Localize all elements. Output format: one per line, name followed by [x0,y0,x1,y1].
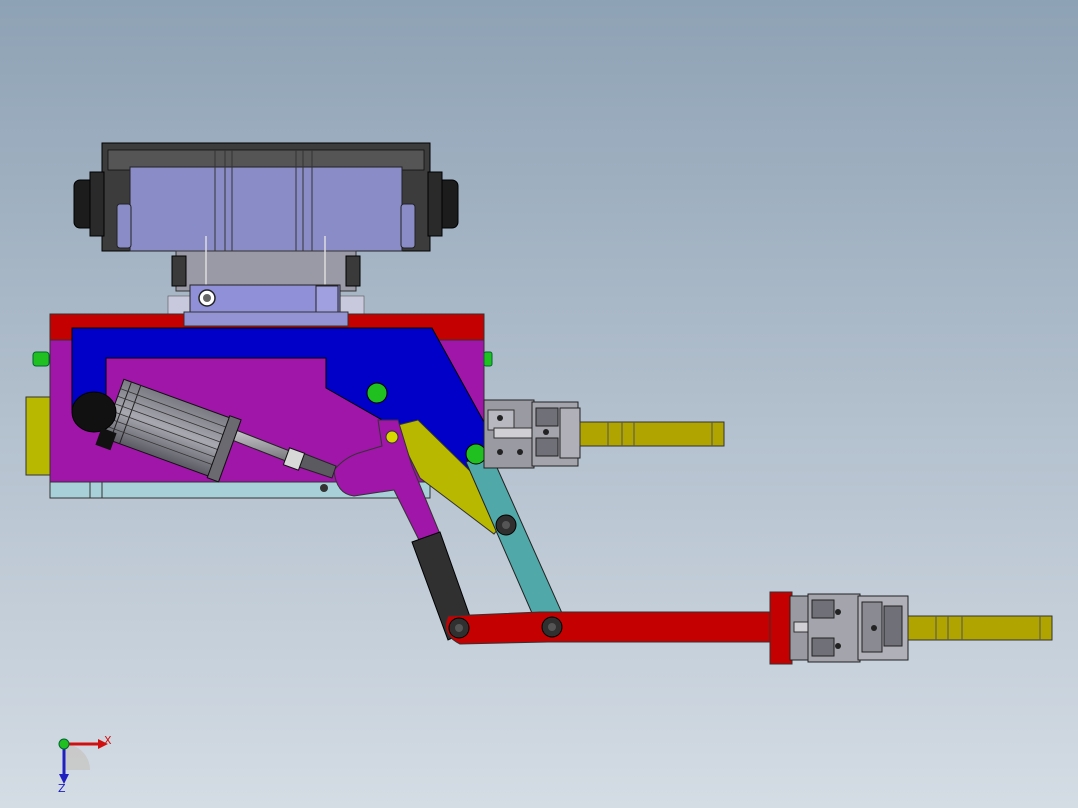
pivot-right-icon [483,351,493,367]
upper-gripper-jaw [579,421,725,447]
side-block-left [25,396,53,476]
housing-block [129,166,403,252]
lower-gripper-mount [769,591,793,665]
pivot-yellow-icon [385,430,399,444]
pivot-left-icon [32,351,50,367]
pivot-upper-icon [366,382,388,404]
red-lower-arm[interactable] [445,611,777,645]
origin-icon [58,738,70,750]
motor-endcap-icon [71,391,117,433]
cad-viewport[interactable]: X Z [0,0,1078,808]
pivot-elbow-icon [465,443,487,465]
x-axis-label: X [104,734,112,747]
lower-gripper-jaw [907,615,1053,641]
z-axis-label: Z [58,782,66,795]
